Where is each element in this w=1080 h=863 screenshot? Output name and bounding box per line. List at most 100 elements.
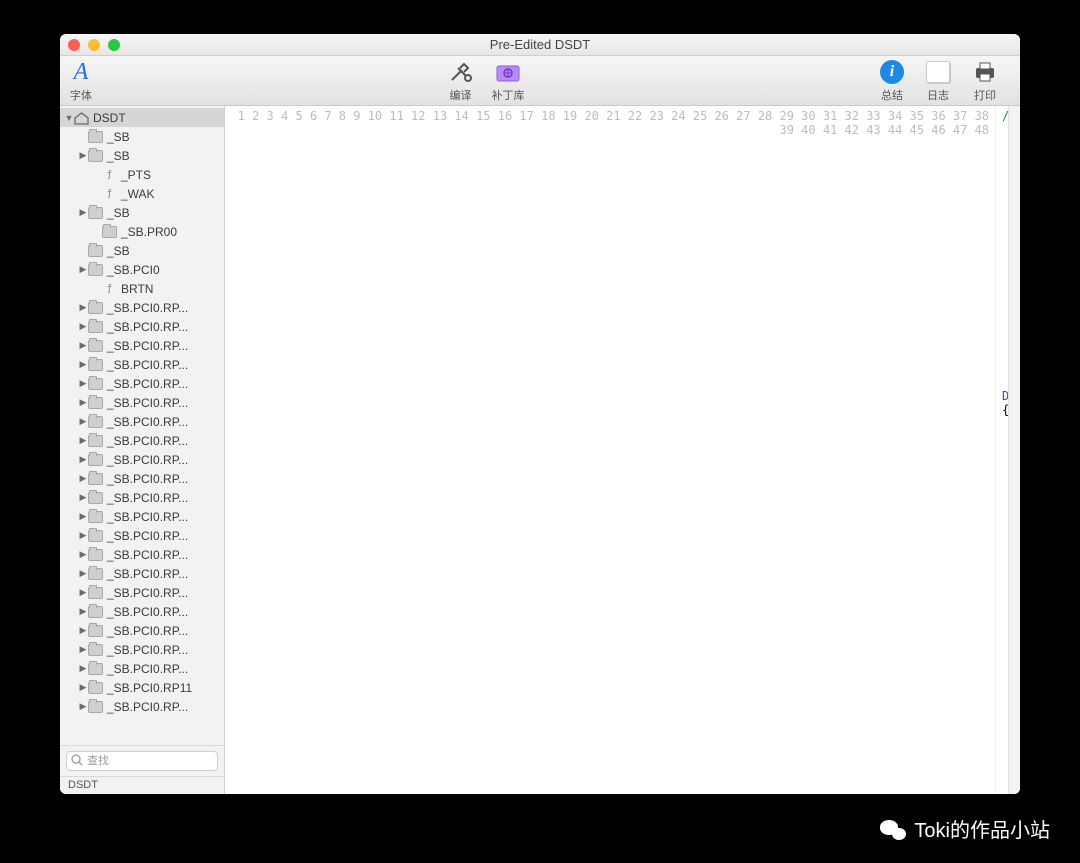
tree-item[interactable]: ▶_SB.PCI0.RP... bbox=[60, 583, 224, 602]
code-editor[interactable]: /* * Intel ACPI Component Architecture *… bbox=[996, 106, 1008, 794]
tree-item-label: _SB.PCI0.RP... bbox=[107, 605, 188, 619]
log-label: 日志 bbox=[927, 87, 949, 103]
font-toolbar-button[interactable]: A 字体 bbox=[70, 58, 92, 103]
tree-item[interactable]: ▶ _SB.PCI0.RP... bbox=[60, 317, 224, 336]
print-label: 打印 bbox=[974, 87, 996, 103]
tree-item[interactable]: ▶ _SB.PCI0.RP... bbox=[60, 336, 224, 355]
folder-icon bbox=[88, 492, 103, 504]
tree-item[interactable]: ▶_SB.PCI0.RP... bbox=[60, 355, 224, 374]
disclosure-triangle-icon[interactable]: ▶ bbox=[78, 701, 88, 712]
disclosure-triangle-icon[interactable]: ▶ bbox=[78, 340, 88, 351]
tree-item[interactable]: ▶ _SB.PCI0.RP... bbox=[60, 697, 224, 716]
disclosure-triangle-icon[interactable]: ▶ bbox=[78, 416, 88, 427]
tree-item[interactable]: ▶_SB.PCI0.RP... bbox=[60, 526, 224, 545]
patches-toolbar-button[interactable]: 补丁库 bbox=[492, 58, 525, 103]
folder-icon bbox=[88, 663, 103, 675]
disclosure-triangle-icon[interactable]: ▶ bbox=[78, 587, 88, 598]
tree-item[interactable]: ▶_SB.PCI0.RP... bbox=[60, 640, 224, 659]
tree-item[interactable]: ▼ DSDT bbox=[60, 108, 224, 127]
folder-icon bbox=[88, 359, 103, 371]
disclosure-triangle-icon[interactable]: ▶ bbox=[78, 321, 88, 332]
disclosure-triangle-icon[interactable]: ▶ bbox=[78, 568, 88, 579]
disclosure-triangle-icon[interactable]: ▶ bbox=[78, 492, 88, 503]
disclosure-triangle-icon[interactable]: ▼ bbox=[64, 113, 74, 123]
folder-icon bbox=[88, 416, 103, 428]
tree-item[interactable]: ▶ _SB.PCI0.RP... bbox=[60, 450, 224, 469]
tree-item-label: _SB.PCI0.RP... bbox=[107, 339, 188, 353]
tree-item[interactable]: ▶_SB.PCI0.RP... bbox=[60, 659, 224, 678]
tree-item[interactable]: ▶_SB.PCI0.RP... bbox=[60, 469, 224, 488]
tree-item-label: DSDT bbox=[93, 111, 126, 125]
disclosure-triangle-icon[interactable]: ▶ bbox=[78, 359, 88, 370]
tree-item[interactable]: ▶_SB.PCI0.RP... bbox=[60, 374, 224, 393]
tree-item[interactable]: ▶ _SB.PCI0.RP... bbox=[60, 545, 224, 564]
tree-item[interactable]: _SB.PR00 bbox=[60, 222, 224, 241]
disclosure-triangle-icon[interactable]: ▶ bbox=[78, 150, 88, 161]
tree-item[interactable]: ƒ_PTS bbox=[60, 165, 224, 184]
disclosure-triangle-icon[interactable]: ▶ bbox=[78, 378, 88, 389]
tree-item-label: _SB.PCI0.RP... bbox=[107, 491, 188, 505]
folder-icon bbox=[88, 340, 103, 352]
tree-item[interactable]: ▶_SB.PCI0.RP... bbox=[60, 621, 224, 640]
disclosure-triangle-icon[interactable]: ▶ bbox=[78, 207, 88, 218]
home-icon bbox=[74, 112, 89, 124]
tree-view[interactable]: ▼DSDT_SB▶_SBƒ_PTSƒ_WAK▶_SB_SB.PR00_SB▶_S… bbox=[60, 106, 224, 745]
tree-item[interactable]: ▶_SB.PCI0.RP... bbox=[60, 412, 224, 431]
tree-item-label: _SB.PCI0.RP... bbox=[107, 320, 188, 334]
disclosure-triangle-icon[interactable]: ▶ bbox=[78, 302, 88, 313]
tree-item[interactable]: ▶ _SB.PCI0.RP... bbox=[60, 431, 224, 450]
tree-item[interactable]: _SB bbox=[60, 127, 224, 146]
tree-item[interactable]: ▶_SB.PCI0.RP... bbox=[60, 393, 224, 412]
tree-item-label: _SB.PCI0.RP... bbox=[107, 548, 188, 562]
tree-item-label: _SB.PCI0.RP... bbox=[107, 434, 188, 448]
tree-item[interactable]: _SB bbox=[60, 241, 224, 260]
tree-item[interactable]: ƒBRTN bbox=[60, 279, 224, 298]
tree-item[interactable]: ▶_SB.PCI0.RP... bbox=[60, 507, 224, 526]
disclosure-triangle-icon[interactable]: ▶ bbox=[78, 625, 88, 636]
tree-item[interactable]: ƒ_WAK bbox=[60, 184, 224, 203]
titlebar[interactable]: Pre-Edited DSDT bbox=[60, 34, 1020, 56]
tree-item[interactable]: ▶_SB.PCI0 bbox=[60, 260, 224, 279]
summary-toolbar-button[interactable]: i 总结 bbox=[880, 58, 904, 103]
tree-item[interactable]: ▶_SB.PCI0.RP11 bbox=[60, 678, 224, 697]
window-title: Pre-Edited DSDT bbox=[60, 37, 1020, 52]
folder-icon bbox=[88, 397, 103, 409]
compile-toolbar-button[interactable]: 编译 bbox=[448, 58, 474, 103]
folder-icon bbox=[88, 587, 103, 599]
tree-item-label: _WAK bbox=[121, 187, 155, 201]
disclosure-triangle-icon[interactable]: ▶ bbox=[78, 606, 88, 617]
tree-item[interactable]: ▶_SB bbox=[60, 203, 224, 222]
info-icon: i bbox=[880, 58, 904, 86]
tree-item[interactable]: ▶_SB bbox=[60, 146, 224, 165]
disclosure-triangle-icon[interactable]: ▶ bbox=[78, 264, 88, 275]
tree-item[interactable]: ▶_SB.PCI0.RP... bbox=[60, 298, 224, 317]
tree-item[interactable]: ▶ _SB.PCI0.RP... bbox=[60, 564, 224, 583]
folder-icon bbox=[88, 435, 103, 447]
compile-label: 编译 bbox=[450, 87, 472, 103]
disclosure-triangle-icon[interactable]: ▶ bbox=[78, 644, 88, 655]
disclosure-triangle-icon[interactable]: ▶ bbox=[78, 511, 88, 522]
disclosure-triangle-icon[interactable]: ▶ bbox=[78, 663, 88, 674]
print-toolbar-button[interactable]: 打印 bbox=[972, 58, 998, 103]
log-toolbar-button[interactable]: 日志 bbox=[926, 58, 950, 103]
tree-item[interactable]: ▶ _SB.PCI0.RP... bbox=[60, 488, 224, 507]
folder-icon bbox=[88, 511, 103, 523]
folder-icon bbox=[88, 568, 103, 580]
disclosure-triangle-icon[interactable]: ▶ bbox=[78, 530, 88, 541]
method-icon: ƒ bbox=[102, 169, 117, 181]
search-input[interactable] bbox=[66, 751, 218, 771]
disclosure-triangle-icon[interactable]: ▶ bbox=[78, 435, 88, 446]
disclosure-triangle-icon[interactable]: ▶ bbox=[78, 682, 88, 693]
tree-item-label: _SB.PCI0.RP... bbox=[107, 567, 188, 581]
disclosure-triangle-icon[interactable]: ▶ bbox=[78, 549, 88, 560]
folder-icon bbox=[88, 207, 103, 219]
toolbar: A 字体 编译 补丁库 i 总结 bbox=[60, 56, 1020, 106]
tree-item-label: _SB.PCI0.RP... bbox=[107, 700, 188, 714]
vertical-scrollbar[interactable] bbox=[1008, 106, 1020, 794]
disclosure-triangle-icon[interactable]: ▶ bbox=[78, 397, 88, 408]
folder-icon bbox=[88, 131, 103, 143]
disclosure-triangle-icon[interactable]: ▶ bbox=[78, 454, 88, 465]
tree-item-label: _SB.PCI0.RP... bbox=[107, 453, 188, 467]
tree-item[interactable]: ▶ _SB.PCI0.RP... bbox=[60, 602, 224, 621]
disclosure-triangle-icon[interactable]: ▶ bbox=[78, 473, 88, 484]
